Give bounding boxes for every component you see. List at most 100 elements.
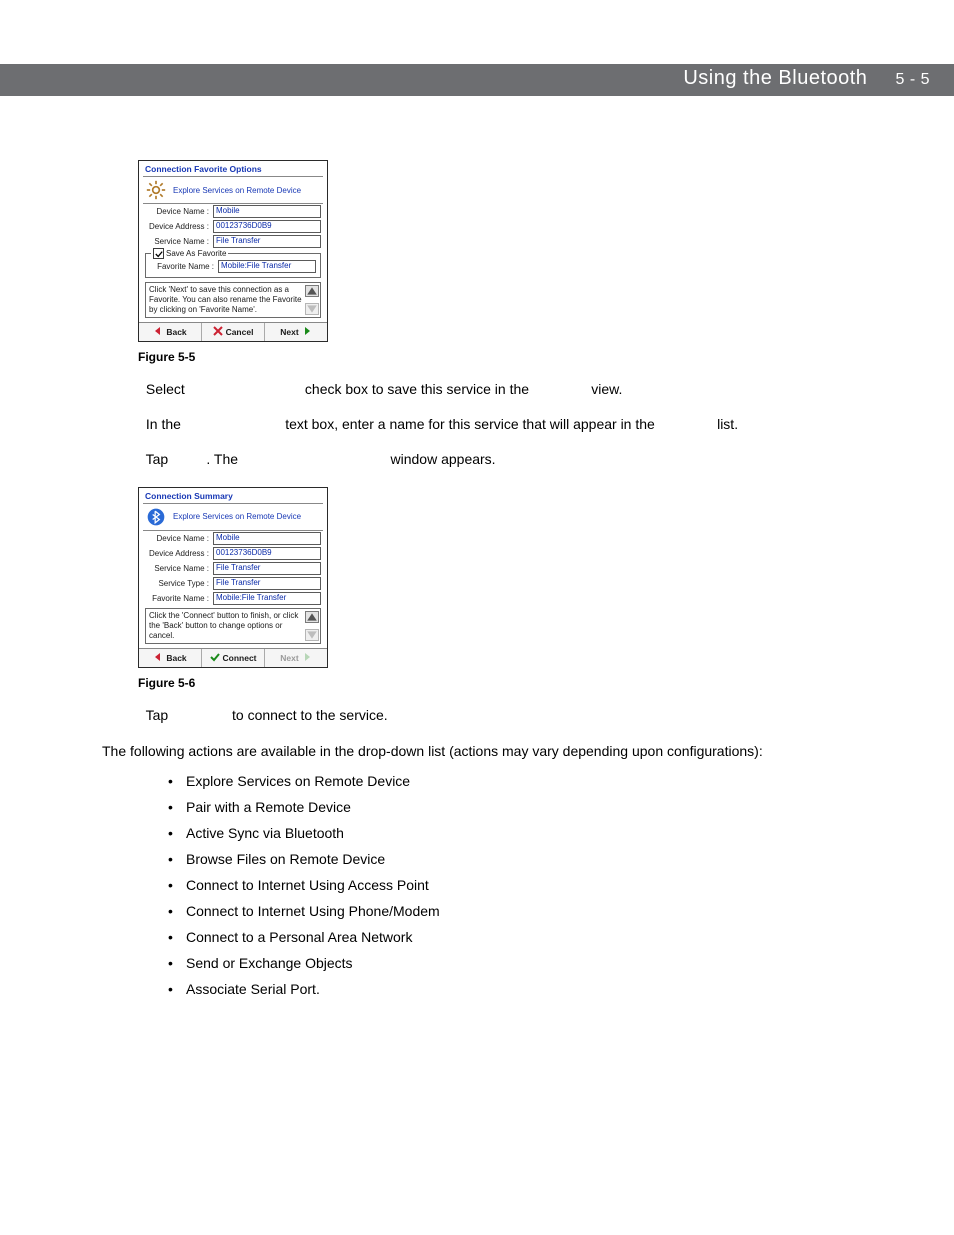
actions-list: Explore Services on Remote Device Pair w… — [168, 773, 910, 997]
service-name-input[interactable]: File Transfer — [213, 235, 321, 248]
button-label: Connect — [223, 653, 257, 663]
list-item: Connect to Internet Using Phone/Modem — [168, 903, 910, 919]
dialog-title: Connection Summary — [139, 488, 327, 503]
cancel-button[interactable]: Cancel — [202, 323, 265, 341]
text: window appears. — [391, 451, 496, 467]
actions-intro: The following actions are available in t… — [102, 743, 910, 759]
favorite-name-input[interactable]: Mobile:File Transfer — [218, 260, 316, 273]
back-button[interactable]: Back — [139, 649, 202, 667]
list-item: Connect to Internet Using Access Point — [168, 877, 910, 893]
label: Favorite Name : — [150, 262, 218, 271]
list-item: Send or Exchange Objects — [168, 955, 910, 971]
list-item: Explore Services on Remote Device — [168, 773, 910, 789]
arrow-right-icon — [302, 326, 312, 338]
figure-caption-5-6: Figure 5-6 Connection Summary Window — [138, 676, 910, 690]
page-number: 5 - 5 — [895, 71, 930, 88]
device-address-field: Device Address : 00123736D0B9 — [139, 546, 327, 561]
text: . The — [206, 451, 242, 467]
favorite-name-field: Favorite Name : Mobile:File Transfer — [139, 591, 327, 606]
list-item: Connect to a Personal Area Network — [168, 929, 910, 945]
device-name-input[interactable]: Mobile — [213, 205, 321, 218]
button-label: Cancel — [226, 327, 254, 337]
save-as-favorite-checkbox[interactable] — [153, 248, 164, 259]
button-label: Next — [280, 327, 298, 337]
text: to connect to the service. — [232, 707, 388, 723]
next-button[interactable]: Next — [265, 323, 327, 341]
scrollbar[interactable] — [305, 285, 317, 315]
label: Device Name : — [145, 534, 213, 543]
button-label: Next — [280, 653, 298, 663]
step-7: 7. In the Favorite Name text box, enter … — [168, 415, 910, 434]
device-name-input[interactable]: Mobile — [213, 532, 321, 545]
hint-box: Click 'Next' to save this connection as … — [145, 282, 321, 318]
dialog-button-bar: Back Cancel Next — [139, 322, 327, 341]
figure-number: Figure 5-5 — [138, 350, 195, 364]
device-name-field: Device Name : Mobile — [139, 531, 327, 546]
step-6: 6. Select Save As Favorite check box to … — [168, 380, 910, 399]
connect-button[interactable]: Connect — [202, 649, 265, 667]
bluetooth-icon — [145, 506, 167, 528]
service-name-input[interactable]: File Transfer — [213, 562, 321, 575]
group-legend: Save As Favorite — [151, 248, 228, 259]
connection-summary-dialog: Connection Summary Explore Services on R… — [138, 487, 328, 668]
label: Device Address : — [145, 549, 213, 558]
device-name-field: Device Name : Mobile — [139, 204, 327, 219]
label: Favorite Name : — [145, 594, 213, 603]
hint-box: Click the 'Connect' button to finish, or… — [145, 608, 321, 644]
text: Tap — [146, 707, 172, 723]
text: Favorite Name — [185, 416, 281, 432]
scroll-down-icon[interactable] — [305, 303, 319, 315]
page-content: Connection Favorite Options Explore Serv… — [138, 160, 910, 1007]
text: Favorite — [533, 381, 587, 397]
text: In the — [146, 416, 185, 432]
text: Save As Favorite — [189, 381, 301, 397]
hint-text: Click 'Next' to save this connection as … — [149, 285, 302, 315]
list-item: Browse Files on Remote Device — [168, 851, 910, 867]
figure-title: Connection Summary Window — [199, 676, 360, 690]
list-item: Pair with a Remote Device — [168, 799, 910, 815]
favorite-name-input[interactable]: Mobile:File Transfer — [213, 592, 321, 605]
section-title: Using the Bluetooth — [683, 67, 867, 89]
dialog-title: Connection Favorite Options — [139, 161, 327, 176]
service-name-field: Service Name : File Transfer — [139, 234, 327, 249]
service-type-input[interactable]: File Transfer — [213, 577, 321, 590]
dialog-subtitle: Explore Services on Remote Device — [173, 186, 301, 195]
hint-text: Click the 'Connect' button to finish, or… — [149, 611, 302, 641]
label: Service Name : — [145, 237, 213, 246]
text: text box, enter a name for this service … — [285, 416, 659, 432]
device-address-input[interactable]: 00123736D0B9 — [213, 220, 321, 233]
list-item: Active Sync via Bluetooth — [168, 825, 910, 841]
x-icon — [213, 326, 223, 338]
back-button[interactable]: Back — [139, 323, 202, 341]
dialog-subtitle: Explore Services on Remote Device — [173, 512, 301, 521]
list-item: Associate Serial Port. — [168, 981, 910, 997]
text: Favorite — [659, 416, 713, 432]
step-9: 9. Tap Connect to connect to the service… — [168, 706, 910, 725]
scroll-down-icon[interactable] — [305, 629, 319, 641]
figure-caption-5-5: Figure 5-5 Connection Favorite Options W… — [138, 350, 910, 364]
page-header-bar: Using the Bluetooth 5 - 5 — [0, 64, 954, 96]
step-8: 8. Tap Next . The Connection Summary win… — [168, 450, 910, 469]
text: Next — [172, 451, 202, 467]
scroll-up-icon[interactable] — [305, 285, 319, 297]
favorite-name-field: Favorite Name : Mobile:File Transfer — [150, 260, 316, 273]
text: Tap — [146, 451, 172, 467]
arrow-left-icon — [153, 652, 163, 664]
label: Device Address : — [145, 222, 213, 231]
arrow-right-icon — [302, 652, 312, 664]
text: Connect — [172, 707, 228, 723]
label: Device Name : — [145, 207, 213, 216]
device-address-input[interactable]: 00123736D0B9 — [213, 547, 321, 560]
text: Connection Summary — [242, 451, 387, 467]
service-name-field: Service Name : File Transfer — [139, 561, 327, 576]
button-label: Back — [166, 327, 186, 337]
figure-title: Connection Favorite Options Window — [199, 350, 397, 364]
text: Select — [146, 381, 189, 397]
page-header-text: Using the Bluetooth 5 - 5 — [683, 67, 930, 90]
service-type-field: Service Type : File Transfer — [139, 576, 327, 591]
scroll-up-icon[interactable] — [305, 611, 319, 623]
text: list. — [717, 416, 738, 432]
gear-icon — [145, 179, 167, 201]
scrollbar[interactable] — [305, 611, 317, 641]
next-button[interactable]: Next — [265, 649, 327, 667]
